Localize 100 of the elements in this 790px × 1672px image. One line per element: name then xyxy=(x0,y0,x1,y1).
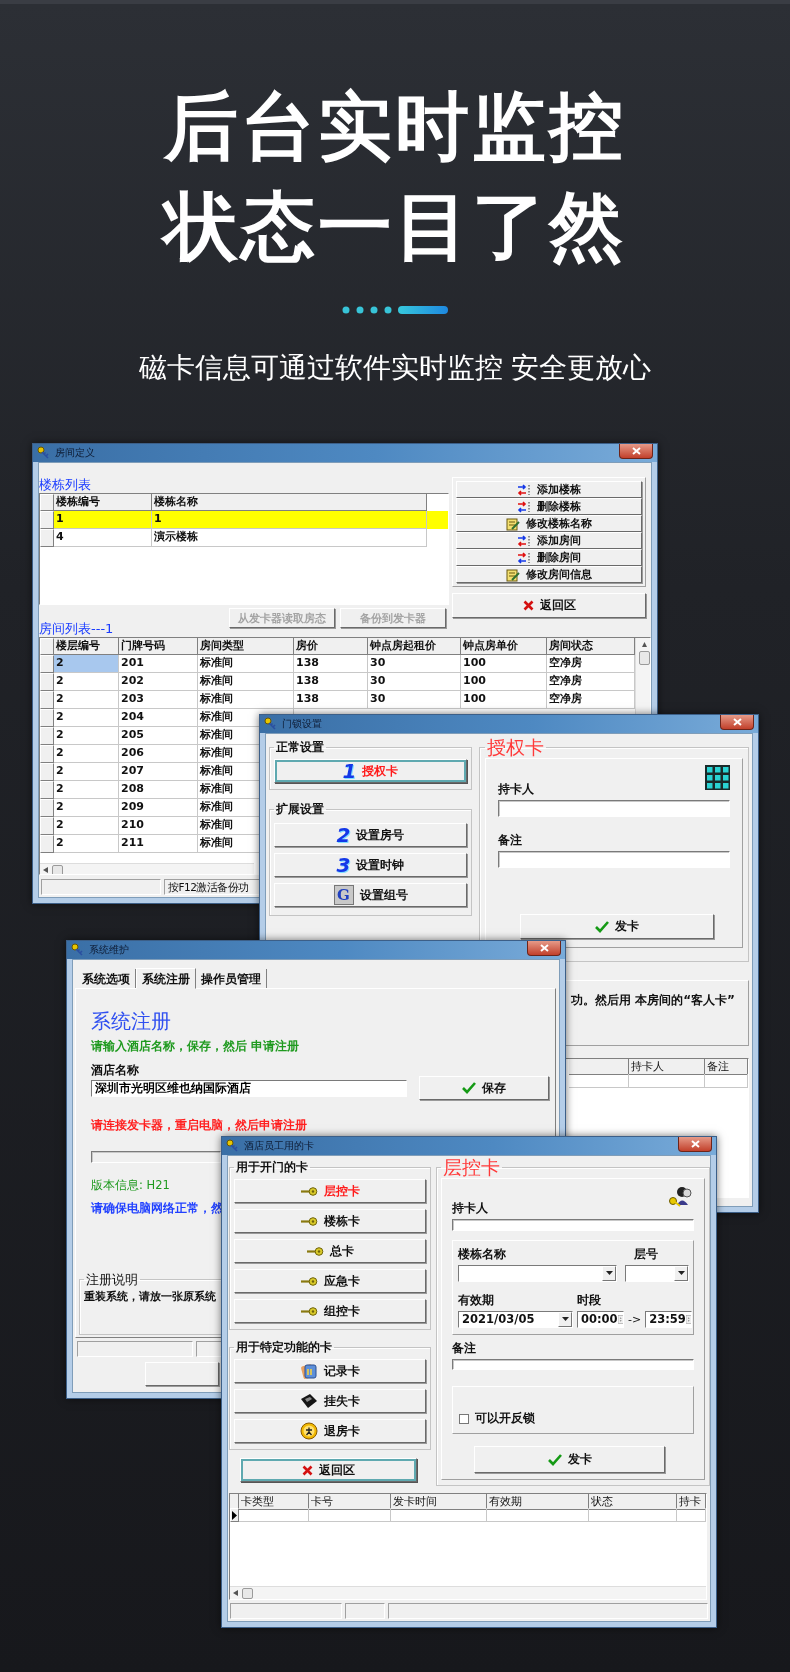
column-header[interactable]: 持卡 xyxy=(677,1494,706,1510)
table-cell: 2 xyxy=(54,763,119,781)
table-cell: 标准间 xyxy=(198,691,294,709)
field-label: 备注 xyxy=(452,1340,476,1356)
time-spinner[interactable]: 23:59 xyxy=(645,1310,693,1328)
section-label: 房间列表---1 xyxy=(39,621,114,637)
version-text: 版本信息: H21 xyxy=(91,1178,170,1193)
text-field[interactable] xyxy=(498,851,730,868)
reverse-lock-checkbox[interactable]: 可以开反锁 xyxy=(459,1410,687,1427)
column-header[interactable]: 钟点房起租价 xyxy=(368,638,461,655)
floor-dropdown[interactable] xyxy=(625,1264,689,1282)
window-title: 系统维护 xyxy=(89,943,129,957)
column-header[interactable]: 发卡时间 xyxy=(391,1494,487,1510)
action-button[interactable]: 添加楼栋 xyxy=(456,481,642,498)
action-button[interactable]: 修改房间信息 xyxy=(456,566,642,583)
column-header[interactable]: 楼栋编号 xyxy=(54,494,152,511)
save-button[interactable]: 保存 xyxy=(419,1076,549,1100)
table-cell: 138 xyxy=(294,691,368,709)
scroll-arrow-icon[interactable] xyxy=(233,1590,238,1596)
scroll-thumb[interactable] xyxy=(638,651,650,665)
column-header[interactable]: 卡号 xyxy=(309,1494,391,1510)
window-title: 房间定义 xyxy=(55,446,95,460)
scroll-thumb[interactable] xyxy=(52,864,63,874)
column-header[interactable]: 钟点房单价 xyxy=(461,638,547,655)
column-header[interactable]: 有效期 xyxy=(487,1494,589,1510)
card-type-button[interactable]: 挂失卡 xyxy=(234,1389,426,1413)
hotel-name-field[interactable]: 深圳市光明区维也纳国际酒店 xyxy=(91,1079,407,1097)
text-field[interactable] xyxy=(452,1219,694,1231)
building-dropdown[interactable] xyxy=(458,1264,617,1282)
text-field[interactable] xyxy=(498,800,730,817)
time-spinner[interactable]: 00:00 xyxy=(577,1310,624,1328)
table-cell: 2 xyxy=(54,781,119,799)
scrollbar[interactable] xyxy=(40,863,254,874)
column-header[interactable]: 卡类型 xyxy=(239,1494,309,1510)
column-header[interactable] xyxy=(569,1059,629,1075)
spin-buttons-icon xyxy=(617,1312,623,1326)
close-button[interactable] xyxy=(720,715,754,730)
table-cell: 205 xyxy=(119,727,198,745)
scroll-arrow-icon[interactable] xyxy=(641,641,647,647)
table-cell: 207 xyxy=(119,763,198,781)
tab[interactable]: 操作员管理 xyxy=(196,969,267,988)
arrows-icon xyxy=(517,483,531,496)
card-type-button[interactable]: 楼栋卡 xyxy=(234,1209,426,1233)
column-header[interactable]: 状态 xyxy=(589,1494,677,1510)
issue-button[interactable]: 发卡 xyxy=(474,1446,665,1473)
table-cell: 标准间 xyxy=(198,655,294,673)
back-button[interactable]: 返回区 xyxy=(452,593,646,618)
scroll-thumb[interactable] xyxy=(242,1587,253,1599)
column-header[interactable]: 备注 xyxy=(705,1059,748,1075)
back-button[interactable]: 返回区 xyxy=(240,1458,417,1482)
column-header[interactable]: 房价 xyxy=(294,638,368,655)
column-header[interactable]: 楼栋名称 xyxy=(152,494,427,511)
menu-button[interactable]: 1 授权卡 xyxy=(274,759,467,783)
close-button[interactable] xyxy=(619,444,653,459)
scrollbar[interactable] xyxy=(230,1586,706,1599)
column-header[interactable]: 楼层编号 xyxy=(54,638,119,655)
notepad-icon xyxy=(506,567,520,582)
table-cell: 30 xyxy=(368,655,461,673)
table-cell: 206 xyxy=(119,745,198,763)
message-text: 功。然后用 本房间的“客人卡” xyxy=(571,993,736,1008)
status-pane xyxy=(345,1603,385,1619)
action-button[interactable]: 删除楼栋 xyxy=(456,498,642,515)
column-header[interactable]: 持卡人 xyxy=(629,1059,705,1075)
keys-icon xyxy=(226,1139,240,1153)
check-icon xyxy=(595,920,609,933)
dialog-button[interactable] xyxy=(145,1362,219,1386)
text-field[interactable] xyxy=(452,1358,694,1370)
action-button[interactable]: 修改楼栋名称 xyxy=(456,515,642,532)
card-type-button[interactable]: 记录卡 xyxy=(234,1359,426,1383)
menu-button[interactable]: G 设置组号 xyxy=(274,883,467,907)
table-cell: 211 xyxy=(119,835,198,853)
card-type-button[interactable]: 总卡 xyxy=(234,1239,426,1263)
close-button[interactable] xyxy=(678,1137,712,1152)
table-cell: 100 xyxy=(461,691,547,709)
column-header[interactable]: 房间状态 xyxy=(547,638,635,655)
caret-icon xyxy=(605,1271,613,1275)
card-type-button[interactable]: 应急卡 xyxy=(234,1269,426,1293)
menu-button[interactable]: 2 设置房号 xyxy=(274,823,467,847)
table-row[interactable]: 1 1 xyxy=(40,511,448,529)
card-type-button[interactable]: 组控卡 xyxy=(234,1299,426,1323)
scroll-arrow-icon[interactable] xyxy=(43,867,48,873)
group-label: 用于开门的卡 xyxy=(235,1160,309,1175)
key-icon xyxy=(300,1276,318,1286)
table-cell xyxy=(239,1508,309,1522)
issue-button[interactable]: 发卡 xyxy=(520,914,714,939)
menu-button[interactable]: 3 设置时钟 xyxy=(274,853,467,877)
close-button[interactable] xyxy=(527,941,561,956)
scrollbar[interactable] xyxy=(635,638,650,714)
date-dropdown[interactable]: 2021/03/05 xyxy=(458,1310,573,1328)
arrow-text: -> xyxy=(628,1311,642,1327)
card-icon xyxy=(300,1393,318,1409)
tab[interactable]: 系统注册 xyxy=(136,968,196,989)
key-icon xyxy=(306,1246,324,1256)
column-header[interactable]: 门牌号码 xyxy=(119,638,198,655)
caret-icon xyxy=(561,1317,569,1321)
action-button[interactable]: 添加房间 xyxy=(456,532,642,549)
card-type-button[interactable]: 退房卡 xyxy=(234,1419,426,1443)
table-cell: 30 xyxy=(368,691,461,709)
action-button[interactable]: 删除房间 xyxy=(456,549,642,566)
column-header[interactable]: 房间类型 xyxy=(198,638,294,655)
